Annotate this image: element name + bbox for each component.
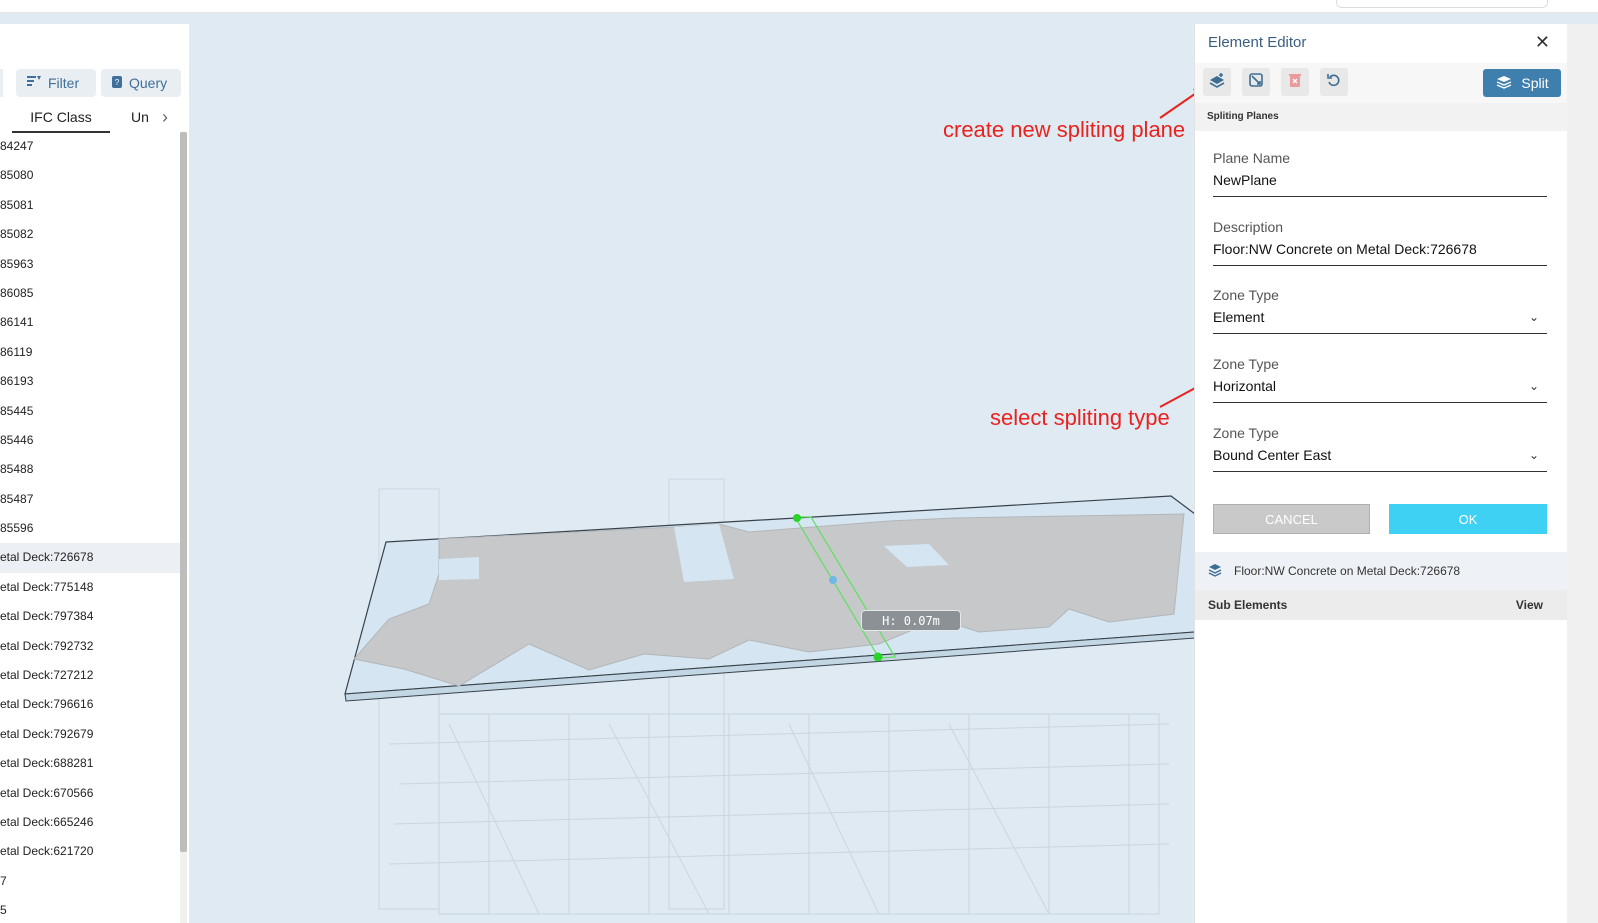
split-button[interactable]: Split bbox=[1483, 69, 1561, 97]
plane-name-field[interactable]: Plane Name NewPlane bbox=[1213, 150, 1547, 197]
zone-type-select-element[interactable]: Zone Type Element ⌄ bbox=[1213, 287, 1547, 334]
field-label: Zone Type bbox=[1213, 356, 1279, 372]
editor-toolbar: Split bbox=[1195, 63, 1568, 103]
cancel-button[interactable]: CANCEL bbox=[1213, 504, 1370, 534]
selected-element-row[interactable]: Floor:NW Concrete on Metal Deck:726678 bbox=[1195, 552, 1568, 590]
split-icon bbox=[1495, 75, 1513, 92]
ok-button[interactable]: OK bbox=[1389, 504, 1547, 534]
chevron-down-icon[interactable]: ⌄ bbox=[1529, 448, 1539, 462]
chevron-down-icon[interactable]: ⌄ bbox=[1529, 379, 1539, 393]
description-value[interactable]: Floor:NW Concrete on Metal Deck:726678 bbox=[1213, 241, 1477, 257]
undo-icon bbox=[1326, 72, 1342, 93]
chevron-down-icon[interactable]: ⌄ bbox=[1529, 310, 1539, 324]
zone-type-value: Element bbox=[1213, 309, 1265, 325]
plane-name-value[interactable]: NewPlane bbox=[1213, 172, 1277, 188]
edit-plane-button[interactable] bbox=[1242, 68, 1270, 96]
layers-add-icon bbox=[1208, 72, 1226, 93]
element-editor-panel: Element Editor ✕ Split Spliting Planes P… bbox=[1194, 24, 1568, 923]
create-plane-button[interactable] bbox=[1203, 68, 1231, 96]
split-label: Split bbox=[1521, 75, 1549, 91]
trash-icon bbox=[1288, 72, 1302, 93]
element-name: Floor:NW Concrete on Metal Deck:726678 bbox=[1234, 564, 1461, 578]
field-label: Description bbox=[1213, 219, 1284, 235]
edit-plane-icon bbox=[1248, 72, 1264, 93]
section-title: Spliting Planes bbox=[1195, 103, 1568, 131]
field-label: Zone Type bbox=[1213, 287, 1279, 303]
description-field[interactable]: Description Floor:NW Concrete on Metal D… bbox=[1213, 219, 1547, 266]
split-type-value: Horizontal bbox=[1213, 378, 1277, 394]
sub-elements-label: Sub Elements bbox=[1208, 598, 1288, 612]
close-icon[interactable]: ✕ bbox=[1535, 32, 1550, 53]
bound-value: Bound Center East bbox=[1213, 447, 1332, 463]
sub-elements-header: Sub Elements View bbox=[1195, 590, 1568, 620]
view-link[interactable]: View bbox=[1516, 598, 1543, 612]
zone-type-select-bound[interactable]: Zone Type Bound Center East ⌄ bbox=[1213, 425, 1547, 472]
field-label: Plane Name bbox=[1213, 150, 1291, 166]
field-label: Zone Type bbox=[1213, 425, 1279, 441]
zone-type-select-split[interactable]: Zone Type Horizontal ⌄ bbox=[1213, 356, 1547, 403]
undo-button[interactable] bbox=[1320, 68, 1348, 96]
right-gutter bbox=[1567, 24, 1598, 923]
layers-icon bbox=[1208, 563, 1222, 580]
delete-plane-button[interactable] bbox=[1281, 68, 1309, 96]
editor-title: Element Editor bbox=[1208, 34, 1307, 51]
